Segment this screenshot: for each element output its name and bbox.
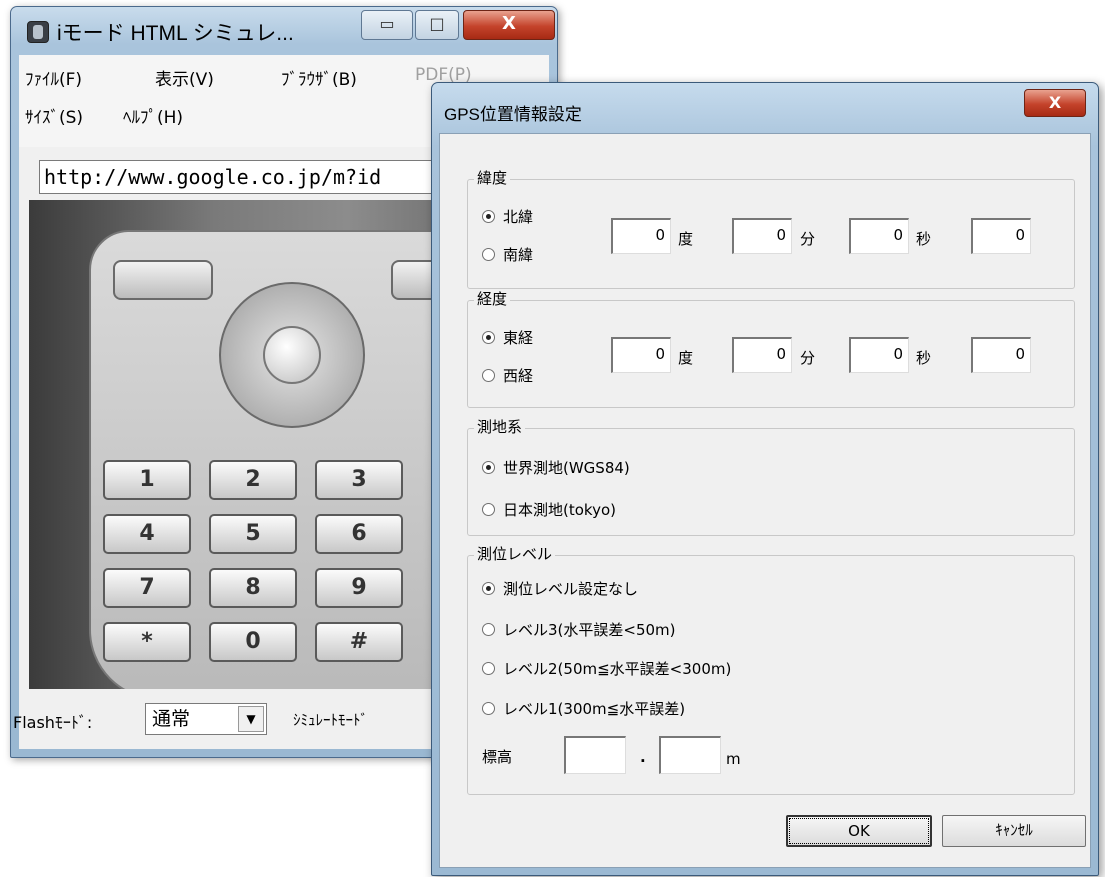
radio-level-none[interactable]: 測位レベル設定なし	[482, 578, 638, 599]
longitude-fraction-field[interactable]: 0	[971, 337, 1031, 373]
radio-south-indicator[interactable]	[482, 248, 495, 261]
key-7[interactable]: 7	[103, 568, 191, 608]
key-0[interactable]: 0	[209, 622, 297, 662]
radio-tokyo[interactable]: 日本測地(tokyo)	[482, 499, 616, 520]
radio-north[interactable]: 北緯	[482, 206, 533, 227]
ok-button[interactable]: OK	[786, 815, 932, 847]
menu-browser[interactable]: ﾌﾞﾗｳｻﾞ(B)	[281, 65, 357, 90]
key-4[interactable]: 4	[103, 514, 191, 554]
window-title: iモード HTML シミュレ...	[57, 22, 294, 45]
positioning-level-group: 測位レベル 測位レベル設定なし レベル3(水平誤差<50m) レベル2(50m≦…	[467, 544, 1075, 795]
flash-mode-value: 通常	[152, 708, 191, 730]
direction-pad[interactable]	[219, 282, 365, 428]
altitude-fraction-field[interactable]	[659, 736, 721, 774]
radio-east-label: 東経	[503, 329, 534, 347]
simulate-mode-label: ｼﾐｭﾚｰﾄﾓｰﾄﾞ	[293, 711, 369, 729]
latitude-label: 緯度	[474, 168, 511, 188]
key-6[interactable]: 6	[315, 514, 403, 554]
phone-app-icon	[27, 21, 49, 43]
cancel-button[interactable]: ｷｬﾝｾﾙ	[942, 815, 1086, 847]
gps-settings-dialog: GPS位置情報設定 X 緯度 北緯 南緯 0 度 0 分 0 秒 0 経度 東経…	[431, 82, 1099, 876]
latitude-minute-unit: 分	[800, 230, 816, 248]
radio-level-3-indicator[interactable]	[482, 623, 495, 636]
altitude-label: 標高	[482, 748, 513, 766]
latitude-degree-field[interactable]: 0	[611, 218, 671, 254]
radio-south[interactable]: 南緯	[482, 244, 533, 265]
dropdown-arrow-icon[interactable]: ▼	[238, 706, 264, 732]
radio-east[interactable]: 東経	[482, 327, 533, 348]
radio-level-2[interactable]: レベル2(50m≦水平誤差<300m)	[482, 658, 731, 679]
longitude-group: 経度 東経 西経 0 度 0 分 0 秒 0	[467, 289, 1075, 408]
radio-east-indicator[interactable]	[482, 331, 495, 344]
latitude-minute-field[interactable]: 0	[732, 218, 792, 254]
positioning-level-label: 測位レベル	[474, 544, 556, 564]
radio-tokyo-indicator[interactable]	[482, 503, 495, 516]
minimize-button[interactable]: ▭	[361, 10, 413, 40]
radio-level-1-label: レベル1(300m≦水平誤差)	[503, 700, 686, 718]
menu-help[interactable]: ﾍﾙﾌﾟ(H)	[123, 103, 183, 128]
latitude-fraction-field[interactable]: 0	[971, 218, 1031, 254]
radio-north-label: 北緯	[503, 208, 534, 226]
maximize-button[interactable]: □	[415, 10, 459, 40]
radio-level-3-label: レベル3(水平誤差<50m)	[503, 621, 676, 639]
radio-wgs84[interactable]: 世界測地(WGS84)	[482, 457, 630, 478]
altitude-decimal-point: .	[640, 748, 646, 766]
latitude-second-unit: 秒	[916, 230, 932, 248]
radio-tokyo-label: 日本測地(tokyo)	[503, 501, 616, 519]
latitude-group: 緯度 北緯 南緯 0 度 0 分 0 秒 0	[467, 168, 1075, 289]
radio-west-label: 西経	[503, 367, 534, 385]
radio-level-3[interactable]: レベル3(水平誤差<50m)	[482, 619, 676, 640]
key-9[interactable]: 9	[315, 568, 403, 608]
left-soft-key[interactable]	[113, 260, 213, 300]
radio-west[interactable]: 西経	[482, 365, 533, 386]
select-key[interactable]	[263, 326, 321, 384]
longitude-label: 経度	[474, 289, 511, 309]
key-2[interactable]: 2	[209, 460, 297, 500]
radio-level-none-indicator[interactable]	[482, 582, 495, 595]
datum-label: 測地系	[474, 417, 526, 437]
longitude-second-field[interactable]: 0	[849, 337, 909, 373]
menu-view[interactable]: 表示(V)	[155, 65, 214, 90]
flash-mode-label: Flashﾓｰﾄﾞ:	[13, 713, 93, 732]
title-bar[interactable]: iモード HTML シミュレ... ▭ □ X	[11, 7, 557, 55]
key-3[interactable]: 3	[315, 460, 403, 500]
radio-level-2-label: レベル2(50m≦水平誤差<300m)	[503, 660, 732, 678]
radio-level-none-label: 測位レベル設定なし	[503, 580, 639, 598]
longitude-minute-field[interactable]: 0	[732, 337, 792, 373]
close-button[interactable]: X	[463, 10, 555, 40]
latitude-second-field[interactable]: 0	[849, 218, 909, 254]
key-hash[interactable]: #	[315, 622, 403, 662]
dialog-close-button[interactable]: X	[1024, 89, 1086, 117]
key-8[interactable]: 8	[209, 568, 297, 608]
flash-mode-select[interactable]: 通常 ▼	[145, 703, 267, 735]
menu-file[interactable]: ﾌｧｲﾙ(F)	[25, 65, 82, 90]
latitude-degree-unit: 度	[678, 230, 694, 248]
datum-group: 測地系 世界測地(WGS84) 日本測地(tokyo)	[467, 417, 1075, 536]
radio-level-2-indicator[interactable]	[482, 662, 495, 675]
radio-south-label: 南緯	[503, 246, 534, 264]
altitude-integer-field[interactable]	[564, 736, 626, 774]
altitude-unit: m	[726, 750, 741, 768]
radio-level-1-indicator[interactable]	[482, 702, 495, 715]
longitude-second-unit: 秒	[916, 349, 932, 367]
dialog-title: GPS位置情報設定	[444, 105, 582, 124]
radio-wgs84-label: 世界測地(WGS84)	[503, 459, 630, 477]
key-asterisk[interactable]: *	[103, 622, 191, 662]
radio-west-indicator[interactable]	[482, 369, 495, 382]
radio-north-indicator[interactable]	[482, 210, 495, 223]
longitude-degree-field[interactable]: 0	[611, 337, 671, 373]
menu-size[interactable]: ｻｲｽﾞ(S)	[25, 103, 83, 128]
radio-wgs84-indicator[interactable]	[482, 461, 495, 474]
radio-level-1[interactable]: レベル1(300m≦水平誤差)	[482, 698, 685, 719]
longitude-minute-unit: 分	[800, 349, 816, 367]
longitude-degree-unit: 度	[678, 349, 694, 367]
key-5[interactable]: 5	[209, 514, 297, 554]
key-1[interactable]: 1	[103, 460, 191, 500]
dialog-client-area: 緯度 北緯 南緯 0 度 0 分 0 秒 0 経度 東経 西経 0 度 0 分 …	[439, 133, 1091, 868]
